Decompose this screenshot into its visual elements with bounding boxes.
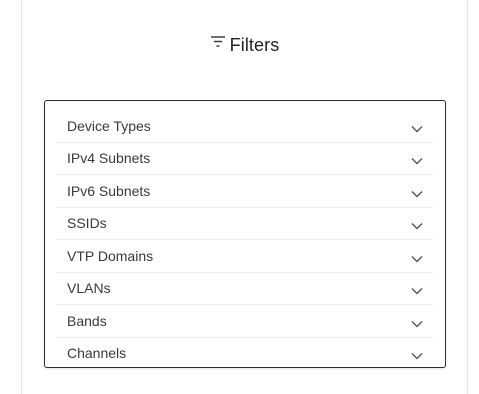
filter-item-channels[interactable]: Channels: [57, 338, 433, 370]
chevron-down-icon[interactable]: [411, 320, 423, 328]
chevron-down-icon[interactable]: [411, 255, 423, 263]
filters-header: Filters: [22, 30, 467, 60]
chevron-down-icon[interactable]: [411, 222, 423, 230]
filter-icon: [210, 36, 225, 47]
filter-item-ipv4-subnets[interactable]: IPv4 Subnets: [57, 143, 433, 175]
filter-item-label: VTP Domains: [67, 247, 154, 264]
filter-item-label: Device Types: [67, 117, 151, 134]
filter-item-device-types[interactable]: Device Types: [57, 110, 433, 143]
chevron-down-icon[interactable]: [411, 125, 423, 133]
filter-item-bands[interactable]: Bands: [57, 305, 433, 338]
filter-list: Device Types IPv4 Subnets IPv6 Subnets S…: [44, 100, 446, 368]
filter-item-label: Channels: [67, 345, 127, 362]
filter-item-label: VLANs: [67, 280, 111, 297]
filter-item-vlans[interactable]: VLANs: [57, 273, 433, 305]
filter-item-vtp-domains[interactable]: VTP Domains: [57, 240, 433, 273]
filter-item-label: SSIDs: [67, 215, 107, 232]
chevron-down-icon[interactable]: [411, 157, 423, 165]
filters-panel: Filters Device Types IPv4 Subnets IPv6 S…: [21, 0, 468, 394]
filter-item-label: IPv6 Subnets: [67, 182, 151, 199]
page-title: Filters: [229, 34, 280, 55]
filter-item-ssids[interactable]: SSIDs: [57, 208, 433, 240]
chevron-down-icon[interactable]: [411, 352, 423, 360]
filter-item-label: IPv4 Subnets: [67, 150, 151, 167]
chevron-down-icon[interactable]: [411, 190, 423, 198]
filter-item-label: Bands: [67, 312, 107, 329]
chevron-down-icon[interactable]: [411, 287, 423, 295]
filter-item-ipv6-subnets[interactable]: IPv6 Subnets: [57, 175, 433, 208]
